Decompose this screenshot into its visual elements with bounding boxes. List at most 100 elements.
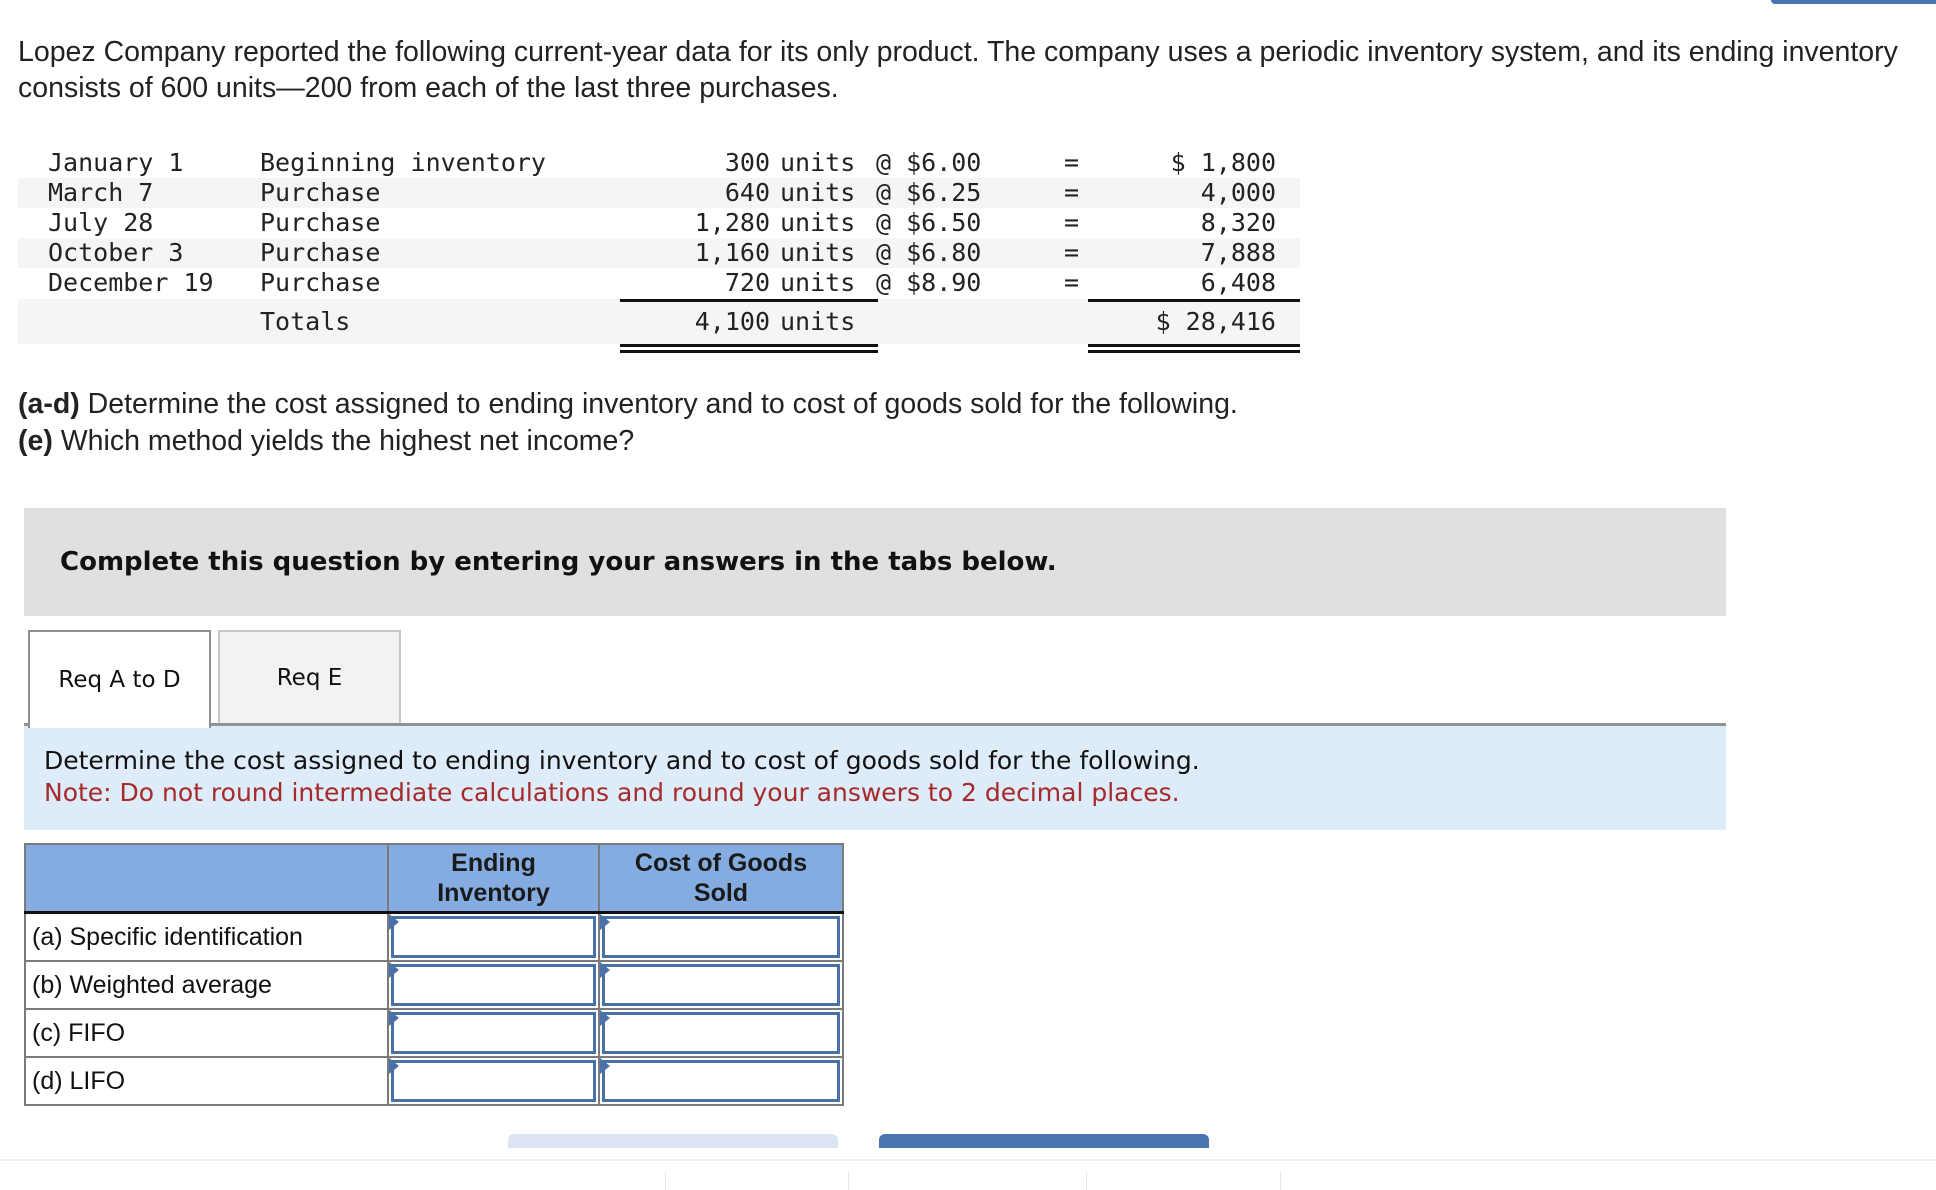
question-a-d-text: Determine the cost assigned to ending in…	[79, 388, 1238, 420]
tab-req-a-to-d[interactable]: Req A to D	[28, 630, 211, 728]
row-unit: units	[780, 148, 856, 177]
row-unit-cost: @ $6.80	[876, 238, 982, 267]
method-label: (a) Specific identification	[24, 911, 389, 962]
cogs-input-c[interactable]	[606, 1014, 836, 1052]
previous-tab-button[interactable]	[508, 1134, 838, 1148]
cogs-input-b[interactable]	[606, 966, 836, 1004]
row-unit-cost: @ $8.90	[876, 268, 982, 297]
footer-separator	[1280, 1172, 1281, 1190]
row-amount: 6,408	[1200, 268, 1276, 297]
quantity-total-double-rule	[620, 344, 878, 353]
instruction-text: Complete this question by entering your …	[60, 547, 1057, 577]
answer-table: Ending Inventory Cost of Goods Sold (a) …	[24, 843, 844, 1106]
question-a-d-label: (a-d)	[18, 388, 80, 420]
answer-row-lifo: (d) LIFO	[24, 1056, 844, 1106]
question-e: (e) Which method yields the highest net …	[18, 423, 1238, 460]
row-unit: units	[780, 178, 856, 207]
footer-separator	[665, 1172, 666, 1190]
totals-unit: units	[780, 307, 856, 336]
tab-req-e[interactable]: Req E	[218, 630, 401, 724]
row-date: July 28	[48, 208, 154, 237]
answer-row-fifo: (c) FIFO	[24, 1008, 844, 1058]
row-amount: 4,000	[1200, 178, 1276, 207]
inventory-row: July 28 Purchase 1,280 units @ $6.50 = 8…	[18, 208, 1300, 238]
ending-inventory-input-a[interactable]	[395, 918, 592, 956]
header-cogs-label: Cost of Goods Sold	[634, 849, 808, 907]
inventory-row: January 1 Beginning inventory 300 units …	[18, 148, 1300, 178]
row-date: March 7	[48, 178, 154, 207]
ending-inventory-cell	[387, 911, 600, 962]
requirement-panel: Determine the cost assigned to ending in…	[24, 726, 1726, 830]
footer-separator	[848, 1172, 849, 1190]
header-cost-of-goods-sold: Cost of Goods Sold	[598, 843, 844, 914]
answer-row-weighted-average: (b) Weighted average	[24, 960, 844, 1010]
totals-amount: $ 28,416	[1155, 307, 1276, 336]
inventory-row: October 3 Purchase 1,160 units @ $6.80 =…	[18, 238, 1300, 268]
ending-inventory-cell	[387, 1008, 600, 1058]
ending-inventory-input-d[interactable]	[395, 1062, 592, 1100]
row-unit-cost: @ $6.25	[876, 178, 982, 207]
row-description: Purchase	[260, 238, 381, 267]
requirement-note: Note: Do not round intermediate calculat…	[44, 778, 1180, 807]
row-quantity: 1,160	[694, 238, 770, 267]
method-label: (d) LIFO	[24, 1056, 389, 1106]
row-quantity: 1,280	[694, 208, 770, 237]
cogs-cell	[598, 911, 844, 962]
top-right-accent-bar	[1771, 0, 1936, 4]
inventory-row: December 19 Purchase 720 units @ $8.90 =…	[18, 268, 1300, 298]
inventory-data-table: January 1 Beginning inventory 300 units …	[18, 148, 1300, 353]
question-e-text: Which method yields the highest net inco…	[52, 425, 635, 457]
row-date: December 19	[48, 268, 214, 297]
row-unit: units	[780, 208, 856, 237]
row-equals: =	[1064, 238, 1080, 267]
ending-inventory-cell	[387, 960, 600, 1010]
instruction-box: Complete this question by entering your …	[24, 508, 1726, 616]
question-a-d: (a-d) Determine the cost assigned to end…	[18, 386, 1238, 423]
ending-inventory-input-c[interactable]	[395, 1014, 592, 1052]
next-tab-button[interactable]	[879, 1134, 1209, 1148]
row-amount: 8,320	[1200, 208, 1276, 237]
row-unit: units	[780, 238, 856, 267]
totals-quantity: 4,100	[694, 307, 770, 336]
answer-table-header: Ending Inventory Cost of Goods Sold	[24, 843, 844, 914]
method-label: (b) Weighted average	[24, 960, 389, 1010]
method-label: (c) FIFO	[24, 1008, 389, 1058]
header-ending-inventory-label: Ending Inventory	[437, 849, 550, 907]
question-e-label: (e)	[18, 425, 53, 457]
cogs-cell	[598, 1056, 844, 1106]
problem-intro: Lopez Company reported the following cur…	[18, 36, 1898, 104]
row-unit-cost: @ $6.00	[876, 148, 982, 177]
row-date: January 1	[48, 148, 184, 177]
inventory-totals-row: Totals 4,100 units $ 28,416	[18, 299, 1300, 344]
totals-label: Totals	[260, 307, 351, 336]
quantity-subtotal-rule	[620, 299, 878, 302]
header-ending-inventory: Ending Inventory	[387, 843, 600, 914]
row-description: Purchase	[260, 208, 381, 237]
row-equals: =	[1064, 208, 1080, 237]
footer-divider	[0, 1159, 1936, 1161]
inventory-row: March 7 Purchase 640 units @ $6.25 = 4,0…	[18, 178, 1300, 208]
row-date: October 3	[48, 238, 184, 267]
row-description: Purchase	[260, 178, 381, 207]
footer-separator	[1086, 1172, 1087, 1190]
question-prompts: (a-d) Determine the cost assigned to end…	[18, 386, 1238, 460]
row-unit-cost: @ $6.50	[876, 208, 982, 237]
cogs-input-a[interactable]	[606, 918, 836, 956]
ending-inventory-input-b[interactable]	[395, 966, 592, 1004]
cogs-input-d[interactable]	[606, 1062, 836, 1100]
cogs-cell	[598, 960, 844, 1010]
cogs-cell	[598, 1008, 844, 1058]
row-amount: $ 1,800	[1170, 148, 1276, 177]
row-quantity: 720	[724, 268, 770, 297]
row-equals: =	[1064, 178, 1080, 207]
row-description: Beginning inventory	[260, 148, 546, 177]
amount-subtotal-rule	[1088, 299, 1300, 302]
row-quantity: 300	[724, 148, 770, 177]
amount-total-double-rule	[1088, 344, 1300, 353]
ending-inventory-cell	[387, 1056, 600, 1106]
row-quantity: 640	[724, 178, 770, 207]
row-equals: =	[1064, 268, 1080, 297]
row-unit: units	[780, 268, 856, 297]
header-blank	[24, 843, 389, 914]
requirement-text: Determine the cost assigned to ending in…	[44, 746, 1200, 775]
